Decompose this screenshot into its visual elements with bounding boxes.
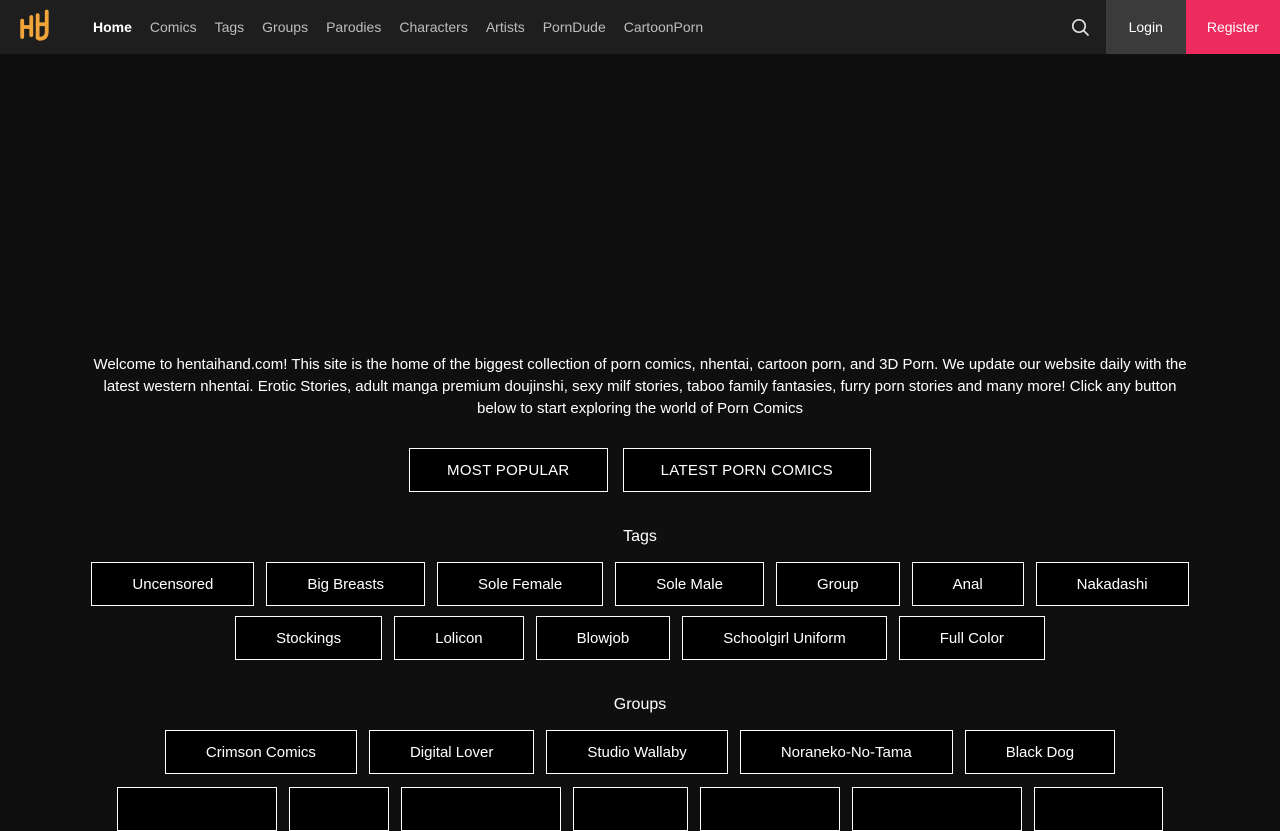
tag-button-uncensored[interactable]: Uncensored (91, 562, 255, 607)
nav-item-comics[interactable]: Comics (141, 19, 206, 35)
group-button-digital-lover[interactable]: Digital Lover (368, 730, 535, 775)
site-logo[interactable] (14, 5, 54, 49)
group-button-partial[interactable] (401, 787, 561, 831)
tag-button-sole-female[interactable]: Sole Female (437, 562, 604, 607)
group-button-partial[interactable] (289, 787, 389, 831)
cta-row: MOST POPULAR LATEST PORN COMICS (0, 448, 1280, 493)
nav-item-home[interactable]: Home (84, 19, 141, 35)
tag-button-schoolgirl-uniform[interactable]: Schoolgirl Uniform (682, 616, 887, 661)
tag-button-nakadashi[interactable]: Nakadashi (1035, 562, 1189, 607)
nav-item-artists[interactable]: Artists (477, 19, 534, 35)
tag-button-stockings[interactable]: Stockings (235, 616, 383, 661)
tag-button-group[interactable]: Group (775, 562, 900, 607)
groups-heading: Groups (613, 696, 667, 714)
welcome-text: Welcome to hentaihand.com! This site is … (93, 356, 1187, 417)
tag-button-full-color[interactable]: Full Color (898, 616, 1045, 661)
hh-logo-icon (20, 9, 49, 41)
tag-button-lolicon[interactable]: Lolicon (394, 616, 524, 661)
login-button[interactable]: Login (1105, 0, 1186, 54)
nav-item-groups[interactable]: Groups (253, 19, 317, 35)
tag-button-big-breasts[interactable]: Big Breasts (266, 562, 426, 607)
tags-heading: Tags (623, 528, 657, 546)
group-button-studio-wallaby[interactable]: Studio Wallaby (546, 730, 728, 775)
navbar: Home Comics Tags Groups Parodies Charact… (0, 0, 1280, 54)
group-button-partial[interactable] (1034, 787, 1163, 831)
group-button-partial[interactable] (700, 787, 840, 831)
nav-item-parodies[interactable]: Parodies (317, 19, 390, 35)
group-button-partial[interactable] (117, 787, 277, 831)
group-button-black-dog[interactable]: Black Dog (964, 730, 1116, 775)
tags-row-1: Uncensored Big Breasts Sole Female Sole … (0, 562, 1280, 607)
search-icon (1071, 18, 1089, 36)
tag-button-anal[interactable]: Anal (911, 562, 1024, 607)
latest-porn-comics-button[interactable]: LATEST PORN COMICS (622, 448, 871, 493)
tag-button-blowjob[interactable]: Blowjob (535, 616, 671, 661)
tag-button-sole-male[interactable]: Sole Male (615, 562, 764, 607)
register-button[interactable]: Register (1185, 0, 1280, 54)
navbar-right: Login Register (1054, 0, 1280, 54)
most-popular-button[interactable]: MOST POPULAR (409, 448, 608, 493)
nav-item-cartoonporn[interactable]: CartoonPorn (615, 19, 712, 35)
groups-row-1: Crimson Comics Digital Lover Studio Wall… (0, 730, 1280, 775)
search-button[interactable] (1054, 0, 1106, 54)
group-button-crimson-comics[interactable]: Crimson Comics (164, 730, 357, 775)
group-button-partial[interactable] (852, 787, 1022, 831)
nav-item-characters[interactable]: Characters (390, 19, 476, 35)
nav-item-porndude[interactable]: PornDude (534, 19, 615, 35)
main-nav: Home Comics Tags Groups Parodies Charact… (84, 19, 712, 35)
group-button-noraneko-no-tama[interactable]: Noraneko-No-Tama (739, 730, 953, 775)
tags-row-2: Stockings Lolicon Blowjob Schoolgirl Uni… (0, 616, 1280, 661)
group-button-partial[interactable] (573, 787, 688, 831)
nav-item-tags[interactable]: Tags (206, 19, 254, 35)
groups-row-2-partial (0, 787, 1280, 831)
